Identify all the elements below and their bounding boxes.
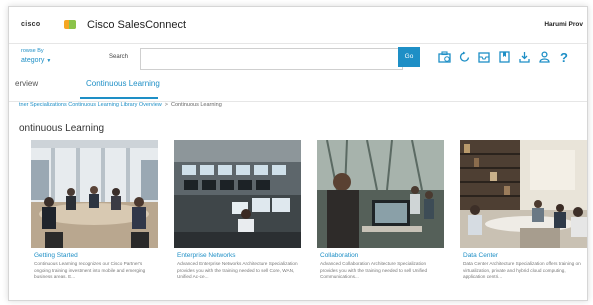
data-center-image[interactable] bbox=[460, 140, 587, 248]
breadcrumb-current: Continuous Learning bbox=[171, 102, 222, 108]
collaboration-image[interactable] bbox=[317, 140, 444, 248]
category-dropdown[interactable]: ategory ▼ bbox=[21, 56, 51, 66]
inbox-icon[interactable] bbox=[474, 49, 494, 65]
card-data-center[interactable]: Data Center Data Center Architecture Spe… bbox=[460, 140, 587, 300]
top-bar: cisco Cisco SalesConnect Harumi Prov bbox=[9, 7, 587, 44]
card-title[interactable]: Collaboration bbox=[320, 252, 358, 259]
card-collaboration[interactable]: Collaboration Advanced Collaboration Arc… bbox=[317, 140, 444, 300]
go-button[interactable]: Go bbox=[398, 47, 420, 67]
card-description: Data Center Architecture Specialization … bbox=[463, 261, 581, 279]
breadcrumb: tner Specializations Continuous Learning… bbox=[19, 102, 222, 108]
user-name[interactable]: Harumi Prov bbox=[544, 21, 583, 28]
bookmark-icon[interactable] bbox=[494, 49, 514, 65]
browser-window: cisco Cisco SalesConnect Harumi Prov row… bbox=[8, 6, 588, 301]
card-description: Advanced Collaboration Architecture Spec… bbox=[320, 261, 428, 279]
tab-continuous-learning[interactable]: Continuous Learning bbox=[86, 79, 160, 88]
browse-by-label: rowse By bbox=[21, 48, 44, 54]
briefcase-icon[interactable] bbox=[434, 49, 454, 65]
breadcrumb-separator: > bbox=[164, 102, 168, 108]
refresh-icon[interactable] bbox=[454, 49, 474, 65]
category-label: ategory bbox=[21, 57, 45, 64]
help-glyph: ? bbox=[560, 49, 568, 65]
search-input[interactable] bbox=[140, 48, 403, 70]
card-description: Continuous Learning recognizes our Cisco… bbox=[34, 261, 146, 279]
tab-overview[interactable]: erview bbox=[15, 79, 38, 88]
browse-by-category[interactable]: rowse By ategory ▼ bbox=[21, 47, 51, 66]
active-tab-indicator bbox=[80, 97, 158, 99]
card-title[interactable]: Getting Started bbox=[34, 252, 78, 259]
card-description: Advanced Enterprise Networks Architectur… bbox=[177, 261, 298, 279]
salesconnect-app-icon bbox=[64, 20, 76, 29]
toolbar-icons: ? bbox=[434, 49, 574, 65]
card-list: Getting Started Continuous Learning reco… bbox=[31, 140, 587, 300]
enterprise-networks-image[interactable] bbox=[174, 140, 301, 248]
getting-started-image[interactable] bbox=[31, 140, 158, 248]
card-title[interactable]: Data Center bbox=[463, 252, 498, 259]
download-icon[interactable] bbox=[514, 49, 534, 65]
help-icon[interactable]: ? bbox=[554, 49, 574, 65]
page-title: ontinuous Learning bbox=[19, 123, 105, 134]
app-title[interactable]: Cisco SalesConnect bbox=[87, 19, 186, 31]
card-title[interactable]: Enterprise Networks bbox=[177, 252, 236, 259]
breadcrumb-link[interactable]: tner Specializations Continuous Learning… bbox=[19, 102, 162, 108]
tab-bar: erview Continuous Learning bbox=[9, 73, 587, 102]
card-getting-started[interactable]: Getting Started Continuous Learning reco… bbox=[31, 140, 158, 300]
cisco-logo[interactable]: cisco bbox=[21, 21, 40, 28]
chevron-down-icon: ▼ bbox=[46, 58, 52, 64]
card-enterprise-networks[interactable]: Enterprise Networks Advanced Enterprise … bbox=[174, 140, 301, 300]
search-label: Search bbox=[109, 54, 129, 60]
user-icon[interactable] bbox=[534, 49, 554, 65]
